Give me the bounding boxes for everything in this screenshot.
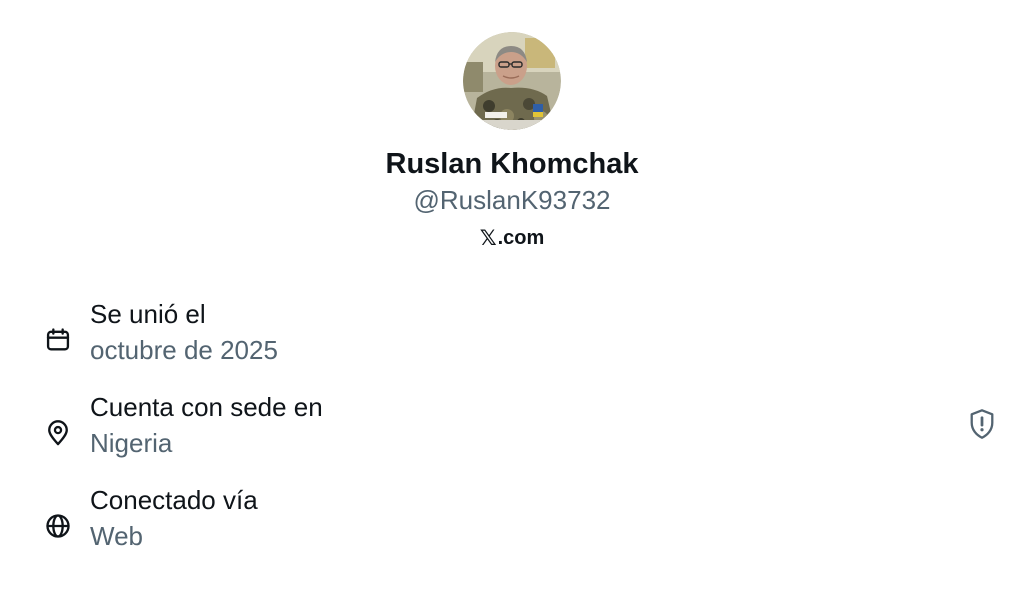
profile-header: Ruslan Khomchak @RuslanK93732 𝕏 .com [0,0,1024,250]
location-title: Cuenta con sede en [90,392,323,422]
display-name: Ruslan Khomchak [385,148,639,180]
connected-title: Conectado vía [90,485,258,515]
connected-value: Web [90,521,143,551]
joined-row: Se unió el octubre de 2025 [0,298,1024,378]
avatar[interactable] [463,32,561,130]
globe-icon [46,514,70,538]
location-pin-icon [48,420,68,446]
shield-alert-icon[interactable] [968,408,996,440]
location-row: Cuenta con sede en Nigeria [0,391,1024,471]
location-value: Nigeria [90,428,173,458]
username-handle: @RuslanK93732 [413,185,611,215]
x-logo-icon: 𝕏 [479,226,497,250]
domain-label: 𝕏 .com [480,226,545,250]
joined-date: octubre de 2025 [90,335,278,365]
joined-title: Se unió el [90,299,206,329]
calendar-icon [46,328,70,351]
connected-row: Conectado vía Web [0,484,1024,564]
domain-suffix: .com [497,227,545,249]
